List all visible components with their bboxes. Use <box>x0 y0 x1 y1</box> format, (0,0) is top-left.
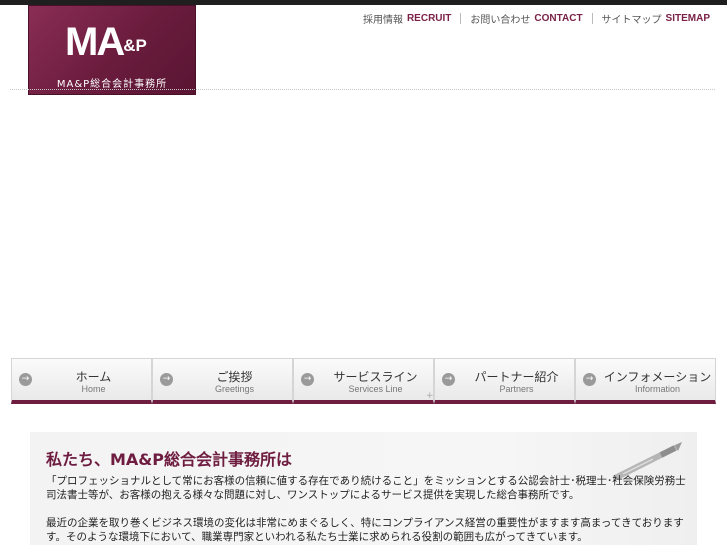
arrow-right-icon: → <box>160 373 173 386</box>
nav-sublabel: Services Line <box>348 384 403 394</box>
nav-item-partners[interactable]: → パートナー紹介 Partners <box>434 358 575 404</box>
plus-icon: + <box>426 391 434 401</box>
nav-label: サービスライン <box>333 370 418 384</box>
arrow-right-icon: → <box>583 373 596 386</box>
intro-title: 私たち、MA&P総合会計事務所は <box>46 450 292 469</box>
header-divider <box>10 89 715 90</box>
nav-item-greetings[interactable]: → ご挨拶 Greetings <box>152 358 293 404</box>
utility-label-ja: お問い合わせ <box>470 14 531 26</box>
intro-body: 「プロフェッショナルとして常にお客様の信頼に値する存在であり続けること」をミッシ… <box>46 474 686 545</box>
intro-line: 「プロフェッショナルとして常にお客様の信頼に値する存在であり続けること」をミッシ… <box>46 475 686 487</box>
intro-line: 司法書士等が、お客様の抱える様々な問題に対し、ワンストップによるサービス提供を実… <box>46 489 580 501</box>
nav-sublabel: Home <box>81 384 106 394</box>
nav-item-home[interactable]: → ホーム Home <box>11 358 152 404</box>
intro-paragraph: 「プロフェッショナルとして常にお客様の信頼に値する存在であり続けること」をミッシ… <box>46 474 686 502</box>
intro-section: 私たち、MA&P総合会計事務所は 「プロフェッショナルとして常にお客様の信頼に値… <box>30 432 697 545</box>
nav-sublabel: Partners <box>499 384 534 394</box>
utility-label-ja: 採用情報 <box>362 14 403 26</box>
arrow-right-icon: → <box>19 373 32 386</box>
utility-link-recruit[interactable]: 採用情報 RECRUIT <box>363 11 451 26</box>
utility-link-contact[interactable]: お問い合わせ CONTACT <box>470 11 582 26</box>
utility-label-ja: サイトマップ <box>601 14 662 26</box>
arrow-right-icon: → <box>301 373 314 386</box>
arrow-right-icon: → <box>442 373 455 386</box>
main-nav: → ホーム Home → ご挨拶 Greetings → サービスライン Ser… <box>11 358 716 404</box>
logo-mark: MA&P <box>65 20 147 64</box>
utility-label-en: RECRUIT <box>406 12 452 24</box>
intro-paragraph: 最近の企業を取り巻くビジネス環境の変化は非常にめまぐるしく、特にコンプライアンス… <box>46 516 686 544</box>
utility-separator <box>460 12 462 24</box>
utility-label-en: SITEMAP <box>665 12 710 24</box>
utility-label-en: CONTACT <box>534 12 583 24</box>
intro-line: す。そのような環境下において、職業専門家といわれる私たち士業に求められる役割の範… <box>46 531 588 543</box>
nav-item-information[interactable]: → インフォメーション Information <box>575 358 716 404</box>
nav-label: ホーム <box>75 370 112 384</box>
nav-label: インフォメーション <box>603 370 712 384</box>
nav-sublabel: Greetings <box>214 384 255 394</box>
logo-subtitle: MA&P総合会計事務所 <box>56 79 168 90</box>
nav-sublabel: Information <box>634 384 681 394</box>
utility-separator <box>591 12 593 24</box>
nav-label: ご挨拶 <box>216 370 253 384</box>
logo[interactable]: MA&P MA&P総合会計事務所 <box>28 5 196 95</box>
utility-link-sitemap[interactable]: サイトマップ SITEMAP <box>602 11 710 26</box>
hero-area <box>10 97 715 347</box>
utility-nav: 採用情報 RECRUIT お問い合わせ CONTACT サイトマップ SITEM… <box>363 11 710 26</box>
nav-item-services[interactable]: → サービスライン Services Line <box>293 358 434 404</box>
intro-line: 最近の企業を取り巻くビジネス環境の変化は非常にめまぐるしく、特にコンプライアンス… <box>46 517 684 529</box>
nav-label: パートナー紹介 <box>474 370 559 384</box>
